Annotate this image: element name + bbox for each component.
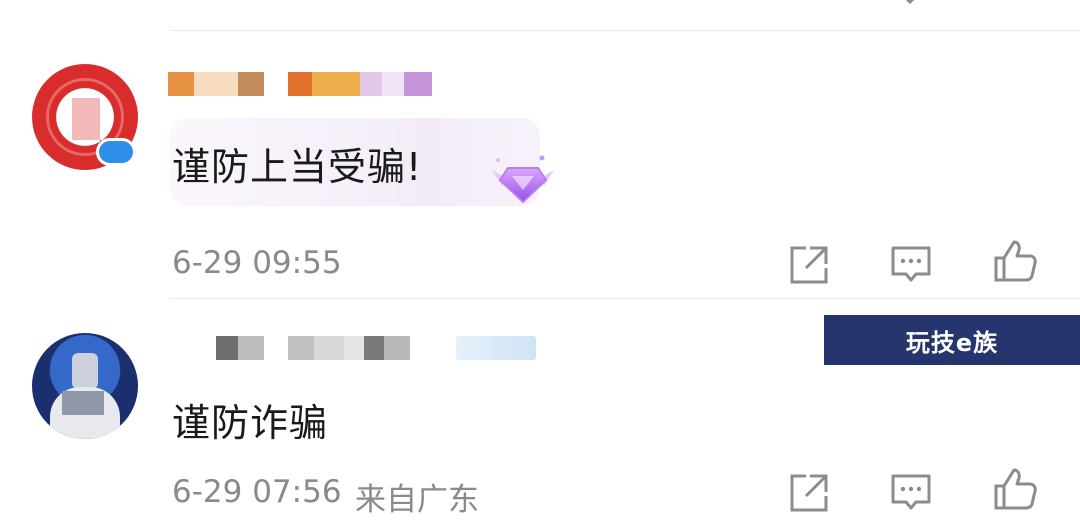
share-icon[interactable] xyxy=(786,470,832,516)
divider xyxy=(170,298,1080,299)
comment-time: 6-29 07:56 xyxy=(172,474,342,510)
comment-location: 来自广东 xyxy=(355,482,479,518)
username-blurred[interactable] xyxy=(176,336,546,360)
comment-time: 6-29 09:55 xyxy=(172,245,342,281)
watermark-banner: 玩技e族 xyxy=(824,315,1080,365)
thumbs-up-icon[interactable] xyxy=(992,466,1038,512)
divider xyxy=(170,30,1080,31)
watermark-text: 玩技e族 xyxy=(905,328,999,357)
comment-icon[interactable] xyxy=(888,242,934,288)
comment-icon[interactable] xyxy=(888,470,934,516)
verified-badge-icon xyxy=(96,138,136,166)
avatar[interactable] xyxy=(32,333,138,439)
comment-text: 谨防诈骗 xyxy=(172,401,329,445)
share-icon[interactable] xyxy=(788,0,828,4)
thumbs-up-icon[interactable] xyxy=(992,238,1038,284)
comment-text: 谨防上当受骗! xyxy=(172,145,423,189)
share-icon[interactable] xyxy=(786,242,832,288)
thumbs-up-icon[interactable] xyxy=(994,0,1034,4)
comment-icon[interactable] xyxy=(890,0,930,4)
gem-badge-icon xyxy=(492,155,554,204)
username-blurred[interactable] xyxy=(168,72,438,96)
